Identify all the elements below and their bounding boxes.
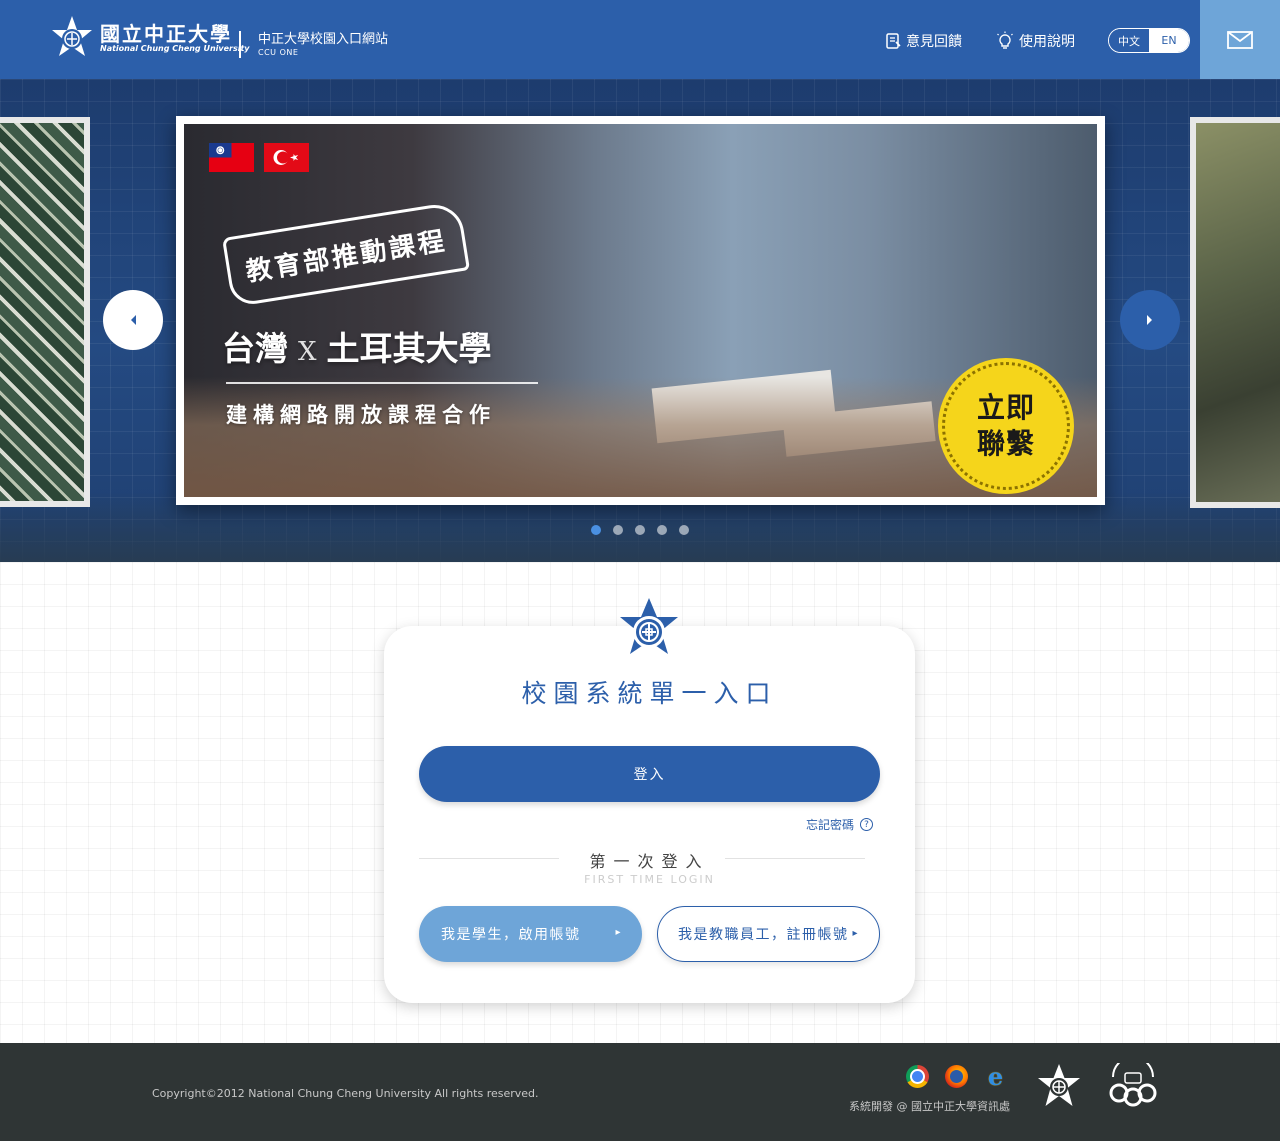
- site-title: 中正大學校園入口網站 CCU ONE: [258, 32, 388, 58]
- chevron-left-icon: [131, 315, 136, 325]
- slide-image: 教育部推動課程 台灣 X 土耳其大學 建構網路開放課程合作 立即 聯繫: [184, 124, 1097, 497]
- feedback-label: 意見回饋: [906, 34, 962, 50]
- active-slide[interactable]: 教育部推動課程 台灣 X 土耳其大學 建構網路開放課程合作 立即 聯繫: [176, 116, 1105, 505]
- carousel-dot[interactable]: [613, 525, 623, 535]
- previous-slide-preview[interactable]: [0, 117, 90, 507]
- forgot-password-label: 忘記密碼: [806, 818, 855, 832]
- carousel-next-button[interactable]: [1120, 290, 1180, 350]
- footer: Copyright©2012 National Chung Cheng Univ…: [0, 1043, 1280, 1141]
- carousel-dots: [591, 525, 689, 535]
- language-toggle[interactable]: 中文 EN: [1108, 28, 1190, 53]
- header: 國立中正大學 National Chung Cheng University 中…: [0, 0, 1280, 79]
- computer-center-logo-icon[interactable]: [1105, 1063, 1161, 1109]
- double-chevron-right-icon: ▸: [852, 928, 859, 939]
- carousel-prev-button[interactable]: [103, 290, 163, 350]
- contact-line1: 立即: [976, 391, 1035, 424]
- supported-browsers: e: [906, 1062, 1007, 1091]
- student-activate-button[interactable]: 我是學生，啟用帳號 ▸: [419, 906, 642, 962]
- feedback-icon: [886, 33, 901, 49]
- ribbon-text: 教育部推動課程: [243, 225, 449, 288]
- banner-carousel: 教育部推動課程 台灣 X 土耳其大學 建構網路開放課程合作 立即 聯繫: [0, 79, 1280, 562]
- login-card: 校園系統單一入口 登入 忘記密碼 ? 第一次登入 FIRST TIME LOGI…: [384, 598, 915, 1003]
- turkey-flag: [264, 143, 309, 172]
- logo-text: 國立中正大學 National Chung Cheng University: [100, 22, 250, 54]
- slide-subline: 建構網路開放課程合作: [226, 403, 496, 427]
- chevron-right-icon: [1147, 315, 1152, 325]
- main-area: 校園系統單一入口 登入 忘記密碼 ? 第一次登入 FIRST TIME LOGI…: [0, 562, 1280, 1043]
- mail-button[interactable]: [1200, 0, 1280, 79]
- help-label: 使用說明: [1019, 34, 1075, 50]
- help-link[interactable]: 使用說明: [995, 31, 1075, 51]
- taiwan-flag: [209, 143, 254, 172]
- staff-register-label: 我是教職員工，註冊帳號: [678, 927, 849, 943]
- university-emblem-icon[interactable]: [1036, 1063, 1082, 1109]
- mail-icon: [1227, 30, 1253, 49]
- slide-headline: 台灣 X 土耳其大學: [222, 322, 492, 370]
- headline-right: 土耳其大學: [326, 329, 492, 368]
- lang-zh-option[interactable]: 中文: [1109, 29, 1149, 52]
- login-button[interactable]: 登入: [419, 746, 880, 802]
- first-login-subtitle: FIRST TIME LOGIN: [584, 873, 715, 886]
- staff-register-button[interactable]: 我是教職員工，註冊帳號 ▸: [657, 906, 880, 962]
- header-divider: [239, 31, 241, 58]
- headline-rule: [226, 382, 538, 384]
- next-slide-preview[interactable]: [1190, 117, 1280, 508]
- program-ribbon: 教育部推動課程: [222, 200, 470, 308]
- headline-x: X: [298, 337, 317, 367]
- ie-icon: e: [987, 1062, 1004, 1091]
- student-activate-label: 我是學生，啟用帳號: [441, 927, 581, 943]
- copyright-text: Copyright©2012 National Chung Cheng Univ…: [152, 1087, 539, 1100]
- chrome-icon: [906, 1065, 929, 1088]
- double-chevron-right-icon: ▸: [615, 927, 622, 938]
- carousel-dot[interactable]: [657, 525, 667, 535]
- logo-name-en: National Chung Cheng University: [100, 44, 250, 53]
- university-logo[interactable]: 國立中正大學 National Chung Cheng University: [48, 14, 250, 62]
- university-emblem-icon: [620, 598, 678, 654]
- feedback-link[interactable]: 意見回饋: [884, 31, 962, 51]
- carousel-dot[interactable]: [635, 525, 645, 535]
- carousel-dot[interactable]: [591, 525, 601, 535]
- first-login-title: 第一次登入: [589, 852, 710, 871]
- contact-now-badge[interactable]: 立即 聯繫: [942, 362, 1070, 490]
- firefox-icon: [945, 1065, 968, 1088]
- headline-left: 台灣: [222, 329, 288, 368]
- question-icon: ?: [860, 818, 874, 831]
- forgot-password-link[interactable]: 忘記密碼 ?: [806, 816, 874, 833]
- site-title-text: 中正大學校園入口網站: [258, 32, 389, 47]
- carousel-dot[interactable]: [679, 525, 689, 535]
- logo-name-zh: 國立中正大學: [100, 22, 232, 46]
- university-emblem-icon: [52, 16, 92, 56]
- lightbulb-icon: [997, 31, 1013, 49]
- site-subtitle-text: CCU ONE: [258, 48, 299, 57]
- developer-credit: 系統開發 @ 國立中正大學資訊處: [849, 1100, 1010, 1113]
- contact-line2: 聯繫: [976, 427, 1035, 460]
- lang-en-option[interactable]: EN: [1149, 29, 1189, 52]
- login-title: 校園系統單一入口: [521, 679, 778, 708]
